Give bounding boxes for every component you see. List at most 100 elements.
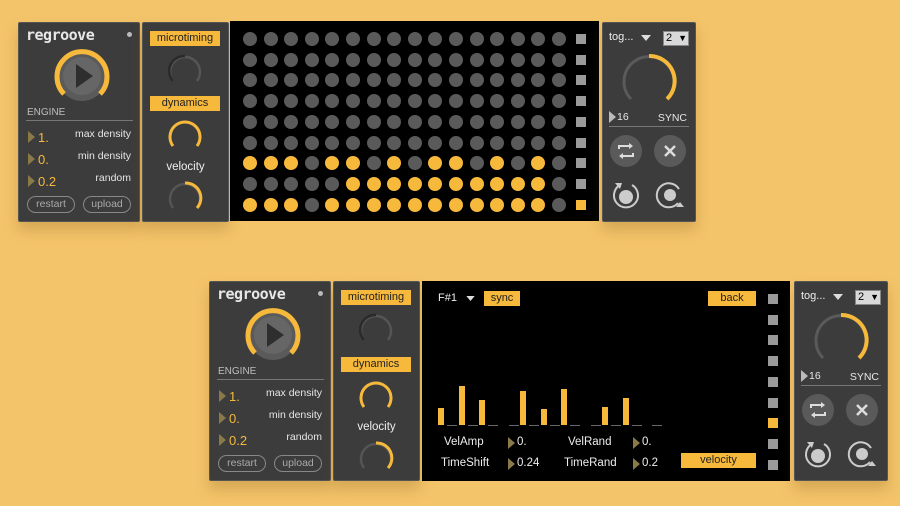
param-arrow-icon[interactable] xyxy=(28,153,35,165)
step-dot[interactable] xyxy=(428,94,443,109)
step-dot[interactable] xyxy=(243,52,257,67)
step-dot[interactable] xyxy=(428,135,443,150)
step-dot[interactable] xyxy=(469,32,484,46)
param-arrow-icon[interactable] xyxy=(28,131,35,143)
step-dot[interactable] xyxy=(325,135,340,150)
step-dot[interactable] xyxy=(407,52,422,67)
step-dot[interactable] xyxy=(449,197,463,212)
dynamics-tag[interactable]: dynamics xyxy=(150,96,220,111)
timeshift-value[interactable]: 0.24 xyxy=(517,457,539,469)
step-dot[interactable] xyxy=(243,32,257,46)
row-select-square[interactable] xyxy=(768,294,778,304)
play-knob[interactable] xyxy=(243,305,303,365)
param-arrow-icon[interactable] xyxy=(508,458,515,470)
dynamics-knob[interactable] xyxy=(356,377,396,417)
step-dot[interactable] xyxy=(304,52,319,67)
step-dot[interactable] xyxy=(469,176,484,191)
step-dot[interactable] xyxy=(510,114,525,129)
step-dot[interactable] xyxy=(387,176,402,191)
row-select-square[interactable] xyxy=(576,75,586,86)
step-dot[interactable] xyxy=(346,94,360,109)
step-dot[interactable] xyxy=(325,114,340,129)
step-dot[interactable] xyxy=(552,114,566,129)
step-dot[interactable] xyxy=(263,197,278,212)
step-dot[interactable] xyxy=(387,135,402,150)
velocity-knob[interactable] xyxy=(356,438,396,478)
step-dot[interactable] xyxy=(407,114,422,129)
step-dot[interactable] xyxy=(490,73,505,88)
step-dot[interactable] xyxy=(552,156,566,171)
step-dot[interactable] xyxy=(243,176,257,191)
side-knob[interactable] xyxy=(619,51,679,111)
step-dot[interactable] xyxy=(263,176,278,191)
step-dot[interactable] xyxy=(325,176,340,191)
step-dot[interactable] xyxy=(366,135,381,150)
velocity-bar[interactable] xyxy=(479,399,485,425)
step-dot[interactable] xyxy=(387,114,402,129)
step-dot[interactable] xyxy=(263,94,278,109)
row-select-square[interactable] xyxy=(576,34,586,44)
velocity-bar[interactable] xyxy=(561,389,567,425)
step-dot[interactable] xyxy=(346,156,360,171)
row-select-square[interactable] xyxy=(576,54,586,65)
step-dot[interactable] xyxy=(243,114,257,129)
step-dot[interactable] xyxy=(531,94,546,109)
step-dot[interactable] xyxy=(346,73,360,88)
step-dot[interactable] xyxy=(304,73,319,88)
step-dot[interactable] xyxy=(490,156,505,171)
step-dot[interactable] xyxy=(304,197,319,212)
step-dot[interactable] xyxy=(531,135,546,150)
step-dot[interactable] xyxy=(243,135,257,150)
step-dot[interactable] xyxy=(552,197,566,212)
step-dot[interactable] xyxy=(531,32,546,46)
step-dot[interactable] xyxy=(304,94,319,109)
step-dot[interactable] xyxy=(428,197,443,212)
step-dot[interactable] xyxy=(428,156,443,171)
step-dot[interactable] xyxy=(407,32,422,46)
step-dot[interactable] xyxy=(387,73,402,88)
row-select-square[interactable] xyxy=(768,314,778,325)
step-dot[interactable] xyxy=(407,73,422,88)
upload-icon[interactable] xyxy=(653,178,687,212)
step-dot[interactable] xyxy=(510,52,525,67)
upload-icon[interactable] xyxy=(845,437,879,471)
row-select-square[interactable] xyxy=(768,376,778,387)
step-dot[interactable] xyxy=(469,52,484,67)
step-dot[interactable] xyxy=(490,32,505,46)
step-dot[interactable] xyxy=(490,114,505,129)
step-dot[interactable] xyxy=(366,52,381,67)
row-select-square[interactable] xyxy=(576,137,586,148)
step-dot[interactable] xyxy=(490,52,505,67)
step-dot[interactable] xyxy=(490,176,505,191)
reset-icon[interactable] xyxy=(801,437,835,471)
step-dot[interactable] xyxy=(243,73,257,88)
velocity-mode-button[interactable]: velocity xyxy=(681,453,756,468)
step-dot[interactable] xyxy=(490,94,505,109)
step-dot[interactable] xyxy=(510,94,525,109)
upload-button[interactable]: upload xyxy=(274,455,322,472)
velocity-knob[interactable] xyxy=(165,178,205,218)
step-dot[interactable] xyxy=(346,135,360,150)
sync-button[interactable]: sync xyxy=(484,291,520,306)
step-dot[interactable] xyxy=(284,32,299,46)
chevron-down-icon[interactable] xyxy=(833,294,843,300)
step-dot[interactable] xyxy=(449,135,463,150)
step-dot[interactable] xyxy=(407,94,422,109)
velocity-bar[interactable] xyxy=(458,385,465,425)
step-dot[interactable] xyxy=(263,156,278,171)
channel-select[interactable]: 2 ▼ xyxy=(855,290,881,305)
param-arrow-icon[interactable] xyxy=(219,412,226,424)
random-value[interactable]: 0.2 xyxy=(229,433,247,448)
step-dot[interactable] xyxy=(428,176,443,191)
row-select-square[interactable] xyxy=(768,418,778,429)
restart-button[interactable]: restart xyxy=(218,455,266,472)
random-value[interactable]: 0.2 xyxy=(38,174,56,189)
step-dot[interactable] xyxy=(510,32,525,46)
step-dot[interactable] xyxy=(510,156,525,171)
step-dot[interactable] xyxy=(510,73,525,88)
step-dot[interactable] xyxy=(552,32,566,46)
step-dot[interactable] xyxy=(284,135,299,150)
steps-arrow-icon[interactable] xyxy=(609,111,616,123)
velamp-value[interactable]: 0. xyxy=(517,436,527,448)
step-dot[interactable] xyxy=(407,176,422,191)
